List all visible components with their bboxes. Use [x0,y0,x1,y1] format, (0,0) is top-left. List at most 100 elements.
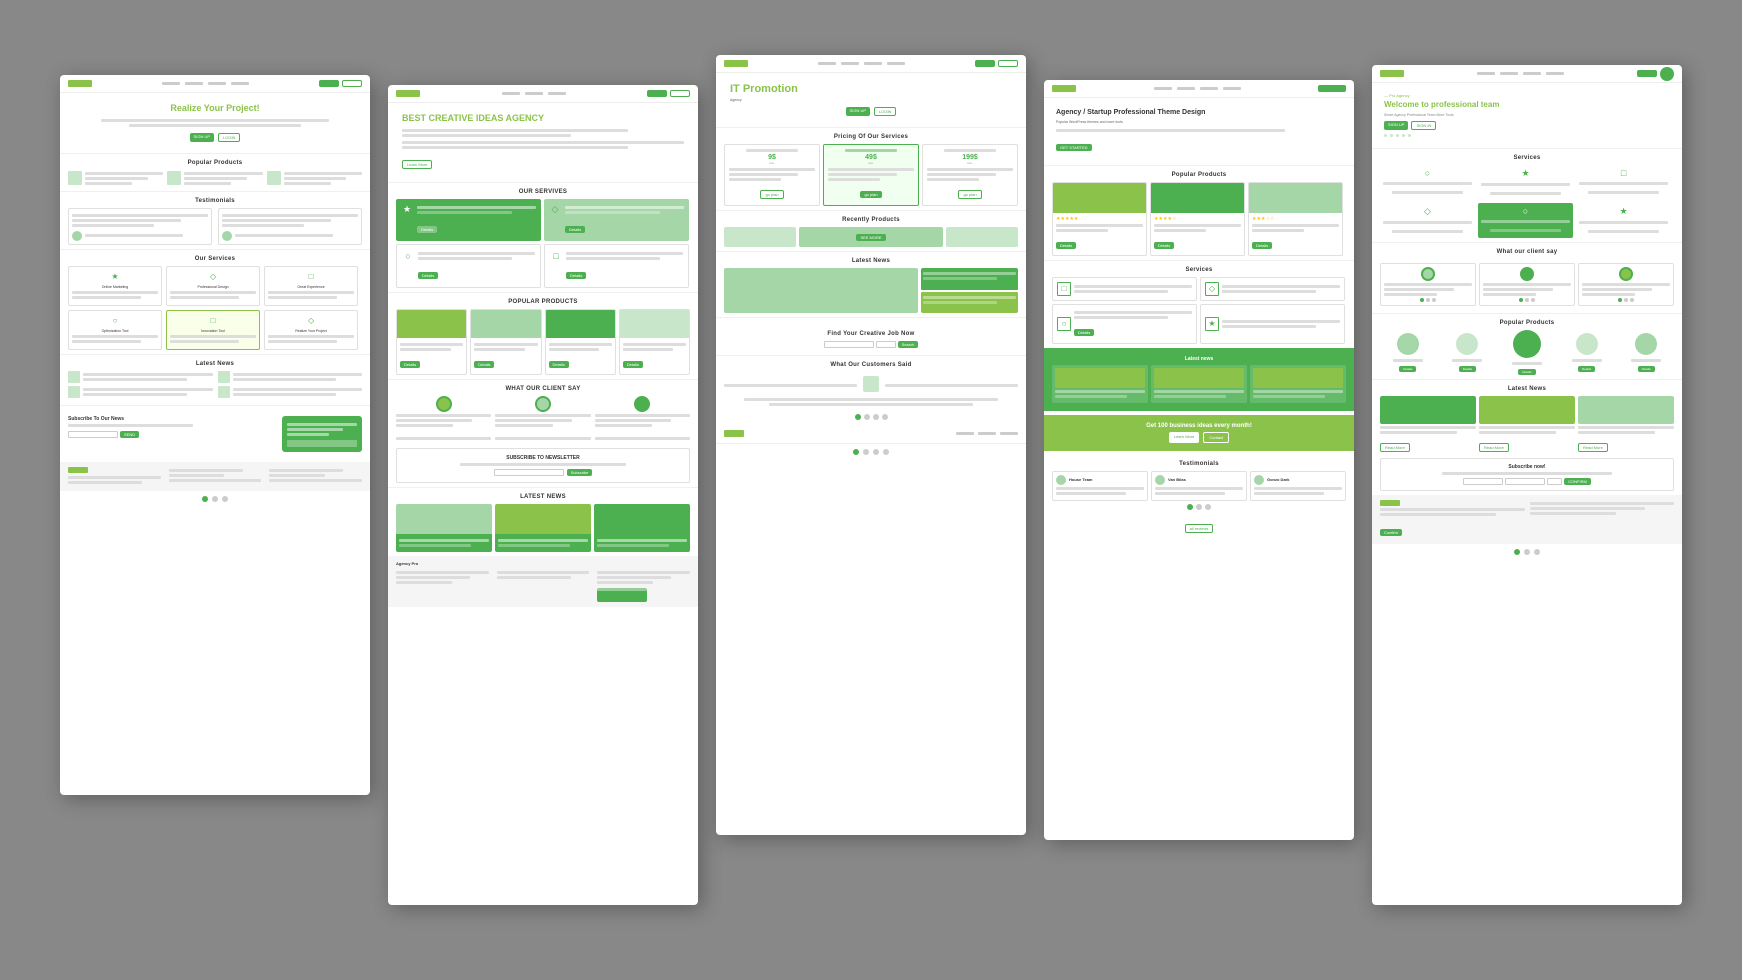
card1-nav-links [162,82,249,85]
card3-page-dot-3[interactable] [873,414,879,420]
card1-product-lines-2 [184,170,262,187]
card3-dot-4[interactable] [883,449,889,455]
card1-footer-col-2 [169,467,262,486]
card3-page-dot-1[interactable] [855,414,861,420]
card4-service-3: ○ Details [1052,304,1197,344]
card3-signup-btn[interactable]: SIGN UP [846,107,870,116]
card2-product-btn-2[interactable]: Details [474,361,494,368]
card1-signup-btn[interactable]: SIGN UP [190,133,214,142]
card5-service-icon-4: ◇ [1424,206,1431,217]
card2-product-btn-3[interactable]: Details [549,361,569,368]
card5-product-btn-2[interactable]: Details [1459,366,1476,372]
card4-more-btn[interactable]: all reviews [1185,524,1214,533]
card4-cta-btn-2[interactable]: Contact [1203,432,1229,443]
card1-dot-2[interactable] [212,496,218,502]
card5-service-icon-2: ★ [1521,168,1529,179]
card1-submit-btn[interactable]: SEND [120,431,139,438]
card4-agency-startup: Agency / Startup Professional Theme Desi… [1044,80,1354,840]
card3-job-input-1[interactable] [824,341,874,348]
card5-product-btn-5[interactable]: Details [1638,366,1655,372]
card4-cta-btn-1[interactable]: Learn More [1169,432,1199,443]
card5-service-icon-1: ○ [1425,168,1430,178]
card2-footer-subscribe-box [597,588,647,602]
card2-subscribe-title: SUBSCRIBE TO NEWSLETTER [405,455,681,461]
card5-news-btn-1[interactable]: Read More [1380,443,1410,452]
card3-dot-1[interactable] [853,449,859,455]
card2-service-btn-1[interactable]: Details [417,226,437,233]
card2-product-btn-4[interactable]: Details [623,361,643,368]
card1-subscribe-btn[interactable] [287,440,357,447]
card3-nav-login[interactable] [998,60,1018,67]
card5-footer: Confirm [1372,495,1682,544]
card5-dot-3[interactable] [1534,549,1540,555]
card1-product-lines-1 [85,170,163,187]
card3-job-search-btn[interactable]: Search [898,341,919,348]
card5-product-btn-3[interactable]: Details [1518,369,1535,375]
card2-service-icon-4: □ [550,250,562,262]
card2-subscribe-btn[interactable]: Subscribe [567,469,593,476]
card1-news-item-3 [218,371,363,383]
card5-news-btn-3[interactable]: Read More [1578,443,1608,452]
card5-subscribe-select[interactable] [1547,478,1562,485]
card3-price-btn-3[interactable]: go plan [958,190,981,199]
card5-dot-2[interactable] [1524,549,1530,555]
card4-nav-btn[interactable] [1318,85,1346,92]
card2-avatar-1 [436,396,452,412]
card1-nav-signup[interactable] [319,80,339,87]
card5-nav-signup[interactable] [1637,70,1657,77]
card2-nav-btn2[interactable] [670,90,690,97]
card3-dot-3[interactable] [873,449,879,455]
card5-product-btn-1[interactable]: Details [1399,366,1416,372]
card5-product-btn-4[interactable]: Details [1578,366,1595,372]
card3-dot-2[interactable] [863,449,869,455]
card5-subscribe-email-input[interactable] [1505,478,1545,485]
card2-products-title: POPULAR PRODUCTS [388,299,698,305]
card3-page-dot-4[interactable] [882,414,888,420]
card1-login-btn[interactable]: LOGIN [218,133,240,142]
card3-product-see-btn[interactable]: SEE MORE [856,234,885,241]
card4-product-btn-2[interactable]: Details [1154,242,1174,249]
card5-subscribe-name-input[interactable] [1463,478,1503,485]
card2-product-btn-1[interactable]: Details [400,361,420,368]
card5-signup-btn[interactable]: SIGN UP [1384,121,1408,130]
card3-price-btn-1[interactable]: go plan [760,190,783,199]
card4-service-4: ★ [1200,304,1345,344]
card1-email-input[interactable] [68,431,118,438]
card4-get-started-btn[interactable]: GET STARTED [1056,144,1092,151]
card2-service-btn-3[interactable]: Details [418,272,438,279]
card1-dot-1[interactable] [202,496,208,502]
card2-learn-more-btn[interactable]: Learn More [402,160,432,169]
card1-nav-login[interactable] [342,80,362,87]
card4-product-btn-3[interactable]: Details [1252,242,1272,249]
card2-subscribe-input[interactable] [494,469,564,476]
card3-nav-signup[interactable] [975,60,995,67]
card4-testimonial-3: Gonzo Dark [1250,471,1346,501]
card4-service-btn[interactable]: Details [1074,329,1094,336]
card2-nav-btn[interactable] [647,90,667,97]
card5-news-btn-2[interactable]: Read More [1479,443,1509,452]
card4-avatar-3 [1254,475,1264,485]
card5-service-6: ★ [1576,203,1671,238]
card1-hero-title: Realize Your Project! [72,103,358,115]
card3-job-select[interactable] [876,341,896,348]
card4-service-2: ◇ [1200,277,1345,301]
card5-footer-action-btn[interactable]: Confirm [1380,529,1402,536]
card5-signin-btn[interactable]: SIGN IN [1411,121,1436,130]
card1-product-3 [267,170,362,187]
card5-service-2: ★ [1478,165,1573,200]
card4-product-btn-1[interactable]: Details [1056,242,1076,249]
card1-dot-3[interactable] [222,496,228,502]
card3-price-btn-2[interactable]: go plan [860,191,881,198]
card5-dot-1[interactable] [1514,549,1520,555]
card3-login-btn[interactable]: LOGIN [874,107,896,116]
card2-product-body-4: Details [620,338,689,374]
card2-service-btn-2[interactable]: Details [565,226,585,233]
card4-product-1: ★★★★★ Details [1052,182,1147,256]
card5-services-title: Services [1372,155,1682,161]
card2-service-btn-4[interactable]: Details [566,272,586,279]
card3-page-dot-2[interactable] [864,414,870,420]
card4-service-text-3: Details [1074,309,1192,339]
card5-subscribe-btn[interactable]: CONFIRM [1564,478,1591,485]
card4-service-text-4 [1222,318,1340,330]
card5-logo [1380,70,1404,77]
